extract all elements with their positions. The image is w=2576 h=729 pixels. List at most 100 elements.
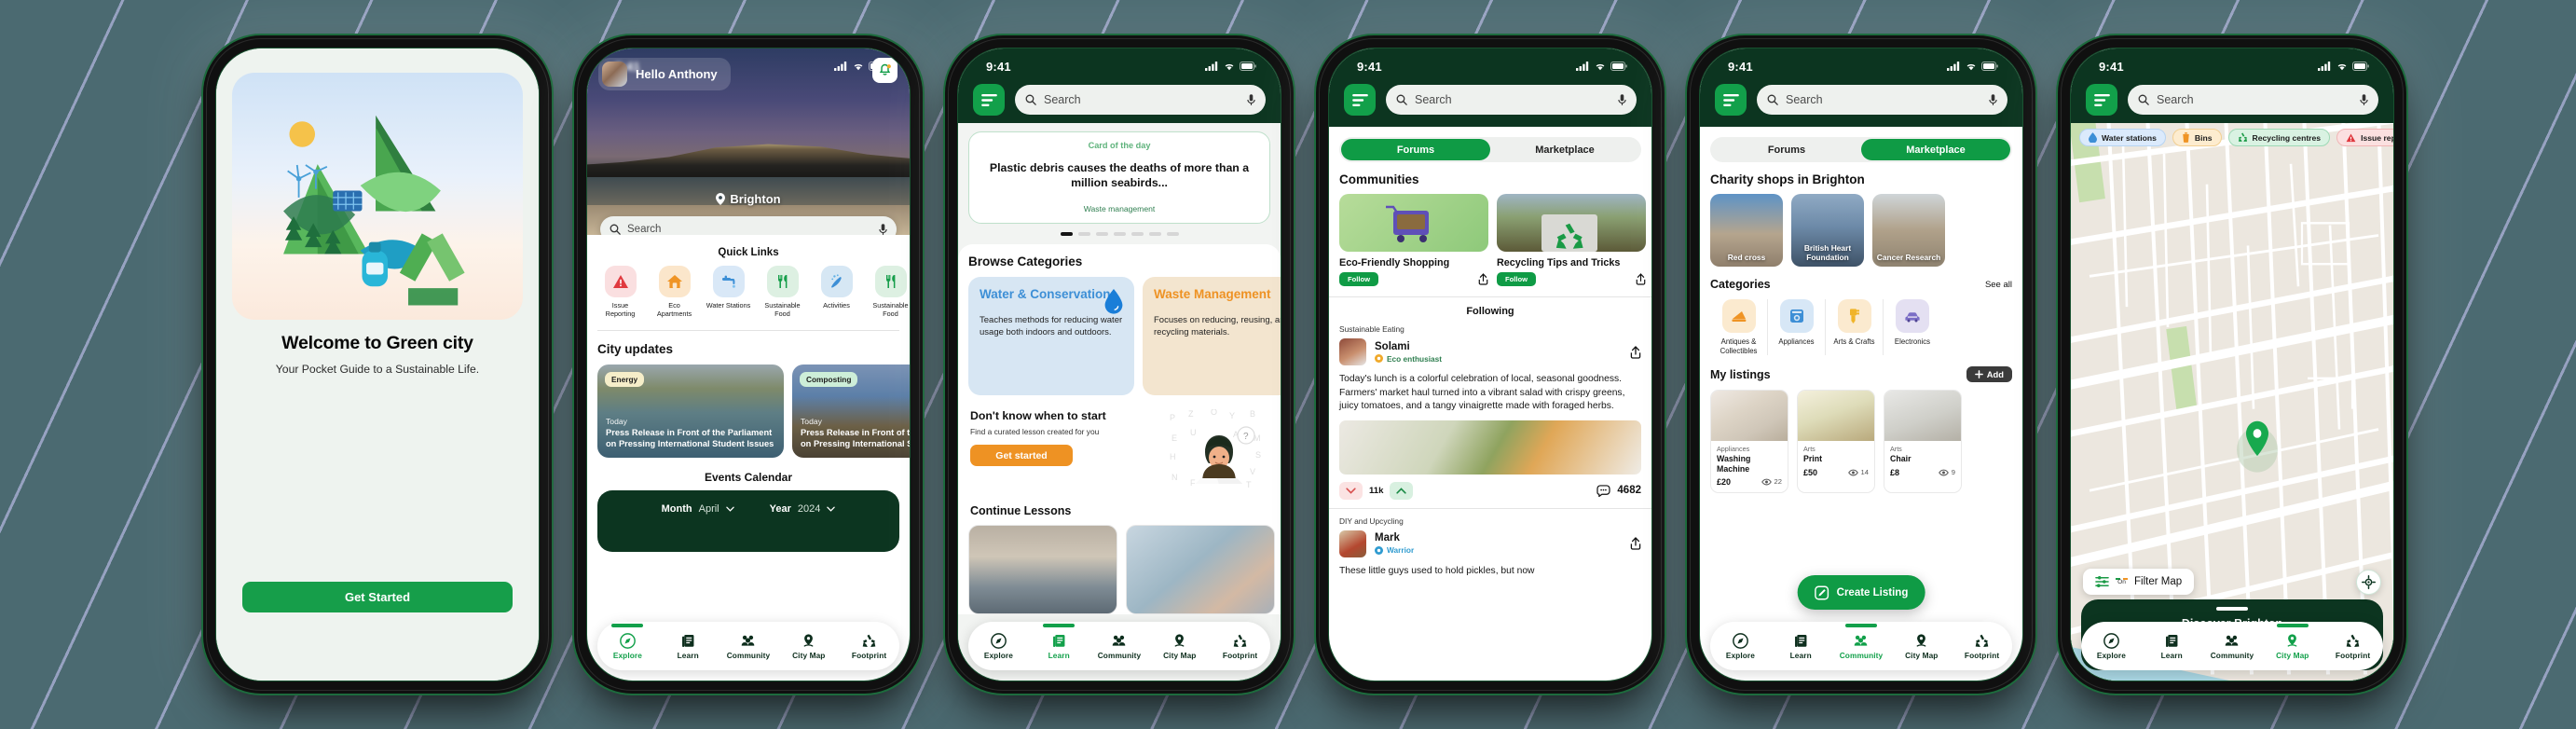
chip-issue-reporting[interactable]: Issue reporting — [2336, 129, 2393, 146]
listing-card[interactable]: Arts Chair £8 9 — [1884, 390, 1962, 493]
carousel-dot[interactable] — [1166, 231, 1179, 236]
nav-item-footprint[interactable]: Footprint — [839, 633, 899, 660]
nav-item-community[interactable]: Community — [719, 633, 779, 660]
greeting-chip[interactable]: Hello Anthony — [598, 58, 731, 90]
shop-card[interactable]: Cancer Research — [1872, 194, 1945, 267]
nav-item-city-map[interactable]: City Map — [778, 633, 839, 660]
search-input[interactable]: Search — [600, 216, 897, 235]
nav-item-explore[interactable]: Explore — [968, 632, 1029, 660]
listing-card[interactable]: Arts Print £50 14 — [1797, 390, 1875, 493]
nav-item-explore[interactable]: Explore — [597, 623, 658, 660]
nav-item-footprint[interactable]: Footprint — [2323, 633, 2383, 660]
listing-card[interactable]: Appliances Washing Machine £20 22 — [1710, 390, 1788, 493]
category-arts-crafts[interactable]: Arts & Crafts — [1826, 299, 1884, 356]
listing-info: Appliances Washing Machine £20 22 — [1711, 441, 1788, 491]
quick-link-sustainable-food[interactable]: Sustainable Food — [760, 266, 805, 319]
get-started-button[interactable]: Get started — [970, 445, 1073, 467]
downvote-button[interactable] — [1339, 481, 1363, 500]
nav-label: Explore — [612, 650, 642, 660]
quick-link-eco-apartments[interactable]: Eco Apartments — [651, 266, 697, 319]
nav-item-learn[interactable]: Learn — [2142, 633, 2202, 660]
category-electronics[interactable]: Electronics — [1884, 299, 1941, 355]
search-input[interactable]: Search — [1757, 85, 2007, 115]
nav-item-explore[interactable]: Explore — [1710, 632, 1771, 660]
carousel-dot[interactable] — [1148, 231, 1161, 236]
nav-item-community[interactable]: Community — [2202, 633, 2263, 660]
quick-link-issue-reporting[interactable]: Issue Reporting — [597, 266, 643, 319]
top-bar-row: Search — [2071, 80, 2393, 116]
nav-item-learn[interactable]: Learn — [1771, 633, 1831, 660]
nav-label: City Map — [792, 650, 826, 660]
card-of-the-day[interactable]: Card of the day Plastic debris causes th… — [968, 131, 1270, 224]
nav-item-footprint[interactable]: Footprint — [1952, 633, 2012, 660]
chip-bins[interactable]: Bins — [2172, 129, 2222, 146]
lesson-card[interactable] — [968, 524, 1117, 614]
compass-icon — [620, 632, 636, 649]
quick-link-activities[interactable]: Activities — [814, 266, 859, 319]
carousel-dot[interactable] — [1113, 231, 1126, 236]
search-placeholder: Search — [2157, 93, 2194, 106]
community-card-recycling[interactable]: Recycling Tips and Tricks Follow — [1497, 194, 1646, 286]
charity-shops-row: Red cross British Heart Foundation Cance… — [1700, 194, 2022, 267]
nav-item-learn[interactable]: Learn — [658, 633, 719, 660]
notifications-button[interactable] — [872, 58, 897, 83]
sheet-grabber[interactable] — [2216, 607, 2248, 611]
category-card-waste[interactable]: Waste Management Focuses on reducing, re… — [1143, 276, 1281, 395]
news-card[interactable]: Composting Today Press Release in Front … — [792, 364, 910, 458]
chip-recycling-centres[interactable]: Recycling centres — [2227, 129, 2331, 146]
menu-button[interactable] — [1344, 84, 1376, 116]
menu-button[interactable] — [2086, 84, 2117, 116]
tab-marketplace[interactable]: Marketplace — [1490, 139, 1639, 160]
carousel-dot[interactable] — [1060, 231, 1073, 236]
map-canvas[interactable] — [2071, 123, 2393, 681]
nav-item-learn[interactable]: Learn — [1029, 623, 1089, 660]
nav-item-community[interactable]: Community — [1831, 623, 1892, 660]
tab-marketplace[interactable]: Marketplace — [1861, 139, 2010, 160]
top-bar-row: Search — [958, 80, 1281, 116]
tab-forums[interactable]: Forums — [1341, 139, 1490, 160]
nav-item-city-map[interactable]: City Map — [2262, 623, 2323, 660]
nav-item-city-map[interactable]: City Map — [1149, 633, 1210, 660]
nav-item-footprint[interactable]: Footprint — [1210, 633, 1270, 660]
nav-item-explore[interactable]: Explore — [2081, 632, 2142, 660]
search-input[interactable]: Search — [1015, 85, 1266, 115]
create-listing-button[interactable]: Create Listing — [1797, 575, 1925, 610]
nav-item-city-map[interactable]: City Map — [1891, 633, 1952, 660]
category-appliances[interactable]: Appliances — [1768, 299, 1826, 356]
quick-link-sustainable-food-2[interactable]: Sustainable Food — [868, 266, 910, 319]
menu-button[interactable] — [973, 84, 1005, 116]
tab-forums[interactable]: Forums — [1712, 139, 1861, 160]
chip-water-stations[interactable]: Water stations — [2079, 129, 2166, 146]
locate-me-button[interactable] — [2356, 570, 2381, 595]
nav-item-community[interactable]: Community — [1089, 633, 1150, 660]
upvote-button[interactable] — [1390, 481, 1414, 500]
see-all-link[interactable]: See all — [1985, 280, 2012, 290]
quick-link-water-stations[interactable]: Water Stations — [706, 266, 751, 319]
menu-button[interactable] — [1715, 84, 1747, 116]
shop-card[interactable]: Red cross — [1710, 194, 1783, 267]
listing-name: Chair — [1890, 454, 1911, 464]
category-card-water[interactable]: Water & Conservation Teaches methods for… — [968, 276, 1134, 395]
status-time: 9:41 — [986, 59, 1011, 74]
carousel-dots[interactable] — [958, 231, 1281, 236]
carousel-dot[interactable] — [1130, 231, 1144, 236]
month-selector[interactable]: Month April — [662, 503, 734, 515]
add-listing-button[interactable]: Add — [1966, 366, 2012, 383]
get-started-button[interactable]: Get Started — [242, 582, 513, 612]
category-antiques[interactable]: Antiques & Collectibles — [1710, 299, 1768, 356]
news-card[interactable]: Energy Today Press Release in Front of t… — [597, 364, 784, 458]
home-icon — [666, 275, 682, 288]
carousel-dot[interactable] — [1095, 231, 1108, 236]
filter-map-button[interactable]: On Filter Map — [2083, 569, 2195, 595]
search-input[interactable]: Search — [1386, 85, 1637, 115]
search-input[interactable]: Search — [2128, 85, 2378, 115]
post-badge-label: Warrior — [1387, 545, 1415, 556]
community-card-eco-shopping[interactable]: Eco-Friendly Shopping Follow — [1339, 194, 1488, 286]
follow-button[interactable]: Follow — [1497, 272, 1537, 286]
comments-control[interactable]: 4682 — [1596, 485, 1641, 497]
year-selector[interactable]: Year 2024 — [770, 503, 836, 515]
carousel-dot[interactable] — [1077, 231, 1090, 236]
shop-card[interactable]: British Heart Foundation — [1791, 194, 1864, 267]
follow-button[interactable]: Follow — [1339, 272, 1379, 286]
lesson-card[interactable] — [1126, 524, 1275, 614]
